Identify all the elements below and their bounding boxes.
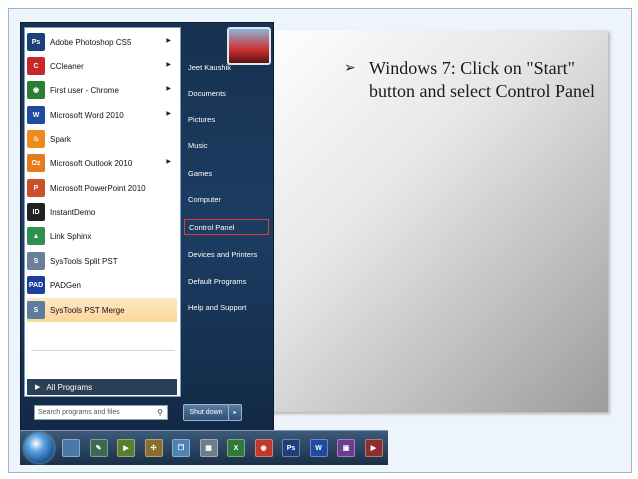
start-menu-link[interactable]: Help and Support [184, 299, 269, 315]
explorer-window-icon[interactable] [62, 439, 80, 457]
app-icon[interactable]: ▣ [337, 439, 355, 457]
program-item[interactable]: P Microsoft PowerPoint 2010 [27, 176, 177, 200]
instantdemo-icon: ID [27, 203, 45, 221]
start-menu-link[interactable]: Control Panel [184, 219, 269, 235]
systools-split-icon: S [27, 252, 45, 270]
excel-icon[interactable]: X [227, 439, 245, 457]
chrome-icon[interactable]: ◉ [254, 439, 273, 457]
program-label: CCleaner [50, 61, 84, 71]
program-label: Microsoft Word 2010 [50, 110, 124, 120]
program-label: Microsoft PowerPoint 2010 [50, 183, 146, 193]
program-item[interactable]: C CCleaner ▶ [27, 54, 177, 78]
linksphinx-icon: ▲ [27, 227, 45, 245]
submenu-arrow-icon[interactable]: ▶ [166, 110, 171, 117]
program-item[interactable]: Oz Microsoft Outlook 2010 ▶ [27, 151, 177, 175]
program-label: SysTools PST Merge [50, 305, 125, 315]
shutdown-button[interactable]: Shut down [183, 404, 229, 421]
all-programs-button[interactable]: ▶ All Programs [27, 379, 177, 395]
all-programs-label: All Programs [46, 382, 93, 392]
photoshop-icon: Ps [27, 33, 45, 51]
word-icon: W [27, 106, 45, 124]
submenu-arrow-icon[interactable]: ▶ [166, 61, 171, 68]
start-menu-link[interactable]: Games [184, 165, 269, 181]
start-menu-link[interactable]: Jeet Kaushik [184, 59, 269, 75]
program-label: Adobe Photoshop CS5 [50, 37, 132, 47]
expand-arrow-icon: ▶ [35, 384, 41, 391]
program-label: Link Sphinx [50, 231, 92, 241]
program-label: SysTools Split PST [50, 256, 118, 266]
powerpoint-icon: P [27, 179, 45, 197]
start-menu-link[interactable]: Music [184, 137, 269, 153]
start-menu-link[interactable]: Documents [184, 85, 269, 101]
program-label: PADGen [50, 280, 81, 290]
menu-divider [31, 350, 175, 351]
program-item[interactable]: ◉ First user - Chrome ▶ [27, 78, 177, 102]
start-menu-link[interactable]: Pictures [184, 111, 269, 127]
search-placeholder: Search programs and files [38, 409, 120, 416]
program-item[interactable]: ID InstantDemo [27, 200, 177, 224]
program-item[interactable]: S SysTools PST Merge [27, 298, 177, 322]
chrome-icon: ◉ [27, 81, 45, 99]
search-icon[interactable]: ⚲ [157, 408, 163, 417]
submenu-arrow-icon[interactable]: ▶ [166, 37, 171, 44]
media-icon[interactable]: ▶ [117, 439, 135, 457]
program-label: First user - Chrome [50, 85, 119, 95]
program-item[interactable]: PAD PADGen [27, 273, 177, 297]
outlook-icon: Oz [27, 154, 45, 172]
submenu-arrow-icon[interactable]: ▶ [166, 85, 171, 92]
program-item[interactable]: S SysTools Split PST [27, 249, 177, 273]
programs-column: Ps Adobe Photoshop CS5 ▶ C CCleaner ▶ ◉ First u… [24, 27, 181, 397]
files-icon[interactable]: ❐ [172, 439, 190, 457]
program-item[interactable]: Ps Adobe Photoshop CS5 ▶ [27, 30, 177, 54]
start-menu-link[interactable]: Devices and Printers [184, 246, 269, 262]
taskbar: ✎ ▶ ✣ ❐ ▦ X ◉ Ps W ▣ ▶ [20, 430, 388, 465]
submenu-arrow-icon[interactable]: ▶ [166, 158, 171, 165]
slide-bullet: ➢ Windows 7: Click on "Start" button and… [344, 57, 609, 103]
arrow-bullet-icon: ➢ [344, 61, 356, 76]
word-icon[interactable]: W [309, 439, 328, 457]
ccleaner-icon: C [27, 57, 45, 75]
padgen-icon: PAD [27, 276, 45, 294]
start-menu: Ps Adobe Photoshop CS5 ▶ C CCleaner ▶ ◉ First u… [20, 22, 274, 432]
search-input[interactable]: Search programs and files ⚲ [34, 405, 168, 420]
start-menu-link[interactable]: Computer [184, 191, 269, 207]
spark-icon: ♨ [27, 130, 45, 148]
network-icon[interactable]: ✣ [144, 439, 163, 457]
shutdown-options-button[interactable]: ▸ [228, 404, 242, 421]
program-item[interactable]: ♨ Spark [27, 127, 177, 151]
calculator-icon[interactable]: ▦ [199, 439, 218, 457]
program-label: Spark [50, 134, 71, 144]
program-label: Microsoft Outlook 2010 [50, 158, 133, 168]
start-menu-link[interactable]: Default Programs [184, 273, 269, 289]
program-item[interactable]: ▲ Link Sphinx [27, 224, 177, 248]
photoshop-icon[interactable]: Ps [282, 439, 300, 457]
program-label: InstantDemo [50, 207, 96, 217]
tool-icon[interactable]: ✎ [89, 439, 108, 457]
player-icon[interactable]: ▶ [364, 439, 383, 457]
systools-merge-icon: S [27, 301, 45, 319]
start-orb-button[interactable] [24, 433, 54, 463]
program-item[interactable]: W Microsoft Word 2010 ▶ [27, 103, 177, 127]
bullet-text: Windows 7: Click on "Start" button and s… [369, 58, 595, 101]
